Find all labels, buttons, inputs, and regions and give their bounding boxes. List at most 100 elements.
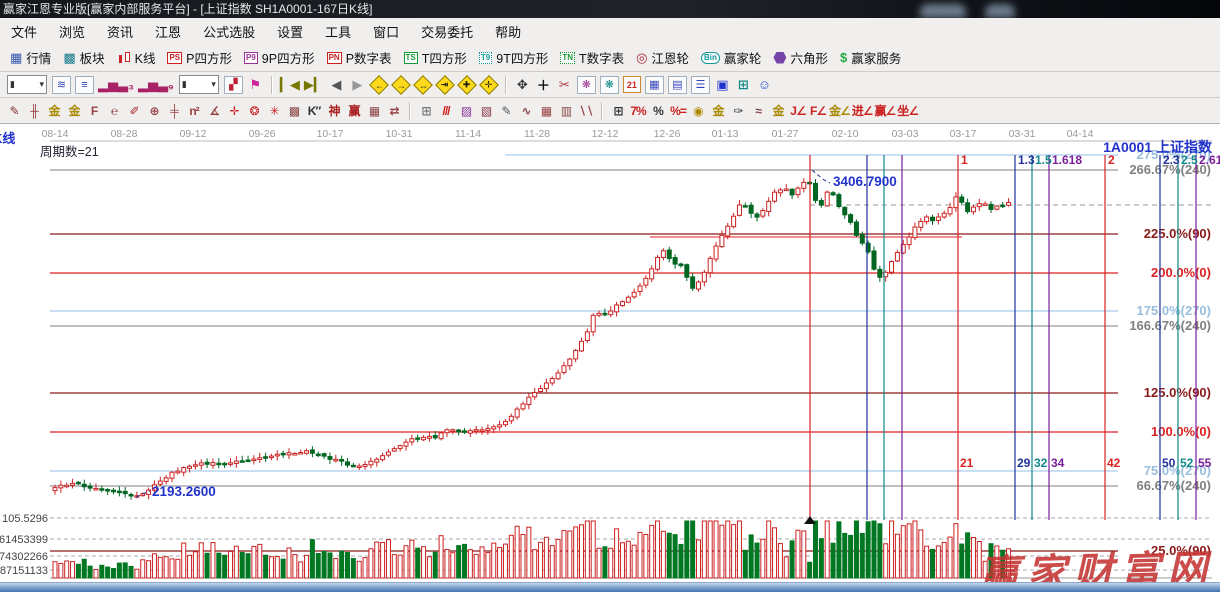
kline-chart-canvas[interactable]: 08-1408-2809-1209-2610-1710-3111-1411-28… xyxy=(0,124,1220,582)
winner-wheel-button[interactable]: Bin赢家轮 xyxy=(698,47,764,68)
trend-wave-icon[interactable]: ≋ xyxy=(52,76,71,94)
ying-tool-button[interactable]: 赢 xyxy=(345,102,363,119)
candle-style-selector[interactable]: ▮▾ xyxy=(179,75,219,94)
market-quotes-button[interactable]: ▦行情 xyxy=(7,47,54,68)
delete-line-button[interactable]: ✂ xyxy=(556,76,573,93)
price-grid-button[interactable]: ▦ xyxy=(365,102,383,119)
gann-wheel-button[interactable]: ◎江恩轮 xyxy=(633,47,692,68)
percent-button[interactable]: % xyxy=(649,102,667,119)
marker-pen-button[interactable]: ✐ xyxy=(125,102,143,119)
k-notation-button[interactable]: K″ xyxy=(305,102,323,119)
shen-tool-button[interactable]: 神 xyxy=(325,102,343,119)
web-box-button[interactable]: ▩ xyxy=(285,102,303,119)
menu-settings[interactable]: 设置 xyxy=(266,22,314,41)
gann-fan-circle-button[interactable]: ❂ xyxy=(245,102,263,119)
gold-circle-button[interactable]: ◉ xyxy=(689,102,707,119)
first-bar-button[interactable]: ▎◀ xyxy=(280,76,300,93)
wave-line-button[interactable]: ∿ xyxy=(517,102,535,119)
bars-9-icon[interactable]: ▂▅▃₉ xyxy=(138,76,174,93)
gann-tools-teal-button[interactable]: ❋ xyxy=(600,76,619,94)
draw-pen-button[interactable]: ✎ xyxy=(5,102,23,119)
menu-file[interactable]: 文件 xyxy=(0,22,48,41)
prev-bar-button[interactable]: ◀ xyxy=(328,76,345,93)
menu-formula-stock-pick[interactable]: 公式选股 xyxy=(192,22,266,41)
box-tool-button[interactable]: ⊞ xyxy=(417,102,435,119)
next-bar-button[interactable]: ▶ xyxy=(349,76,366,93)
capture-button[interactable]: ⊞ xyxy=(735,76,752,93)
p-number-table-button[interactable]: PNP数字表 xyxy=(324,47,395,68)
crosshair-target-button[interactable]: ✛ xyxy=(225,102,243,119)
jin-angle-button[interactable]: 进∠ xyxy=(852,102,873,119)
menu-news[interactable]: 资讯 xyxy=(96,22,144,41)
double-wave-button[interactable]: ≈ xyxy=(749,102,767,119)
shift-left-button[interactable]: ← xyxy=(369,75,389,95)
gold-bar-button[interactable]: 金 xyxy=(709,102,727,119)
spider-web-button[interactable]: ✳ xyxy=(265,102,283,119)
notes-button[interactable]: ☰ xyxy=(691,76,710,94)
gold-ratio-1-button[interactable]: 金 xyxy=(45,102,63,119)
calculator-button[interactable]: ▦ xyxy=(645,76,664,94)
ying-angle-button[interactable]: 赢∠ xyxy=(875,102,896,119)
gann-box-icon[interactable]: ▞ xyxy=(224,76,243,94)
calendar-button[interactable]: 21 xyxy=(623,76,641,93)
brush-button[interactable]: ✑ xyxy=(729,102,747,119)
quote-list-button[interactable]: ▤ xyxy=(668,76,687,94)
grid-red-button[interactable]: ▦ xyxy=(537,102,555,119)
cycle-tool-button[interactable]: ℮ xyxy=(105,102,123,119)
gold-ratio-2-button[interactable]: 金 xyxy=(65,102,83,119)
span-measure-button[interactable]: ⇄ xyxy=(385,102,403,119)
ratio-table-button[interactable]: ⊞ xyxy=(609,102,627,119)
color-flag-icon[interactable]: ⚑ xyxy=(247,76,264,93)
t-number-table-button[interactable]: TNT数字表 xyxy=(557,47,627,68)
expand-button[interactable]: ↔ xyxy=(413,75,433,95)
pattern-box-button[interactable]: ▧ xyxy=(477,102,495,119)
menu-help[interactable]: 帮助 xyxy=(484,22,532,41)
gann-grid-h-button[interactable]: ╫ xyxy=(25,102,43,119)
square-of-nine-button[interactable]: n² xyxy=(185,102,203,119)
fan-rays-button[interactable]: /// xyxy=(437,102,455,119)
bottom-scroll-strip[interactable] xyxy=(0,582,1220,592)
menu-browse[interactable]: 浏览 xyxy=(48,22,96,41)
menu-window[interactable]: 窗口 xyxy=(362,22,410,41)
j-angle-button[interactable]: J∠ xyxy=(789,102,807,119)
grid-dark-button[interactable]: ▥ xyxy=(557,102,575,119)
angle-tool-button[interactable]: ∡ xyxy=(205,102,223,119)
gold-tool-button[interactable]: 金 xyxy=(769,102,787,119)
p-square-button[interactable]: PSP四方形 xyxy=(164,47,235,68)
trendline-pen-button[interactable]: ✎ xyxy=(497,102,515,119)
f-angle-button[interactable]: F∠ xyxy=(809,102,827,119)
shaded-box-button[interactable]: ▨ xyxy=(457,102,475,119)
zoom-all-button[interactable]: ✛ xyxy=(479,75,499,95)
hexagon-button[interactable]: 六角形 xyxy=(770,47,831,68)
period-selector[interactable]: ▮▾ xyxy=(7,75,47,94)
gold-angle-button[interactable]: 金∠ xyxy=(829,102,850,119)
sectors-button[interactable]: ▩板块 xyxy=(60,47,107,68)
grid-dense-button[interactable]: ╪ xyxy=(165,102,183,119)
crosshair-button[interactable]: ＋ xyxy=(535,76,552,93)
zoom-in-button[interactable]: ✚ xyxy=(457,75,477,95)
menu-trade-entrust[interactable]: 交易委托 xyxy=(410,22,484,41)
menu-tools[interactable]: 工具 xyxy=(314,22,362,41)
fibonacci-f-button[interactable]: F xyxy=(85,102,103,119)
percent-7-button[interactable]: 7% xyxy=(629,102,647,119)
save-button[interactable]: ▣ xyxy=(714,76,731,93)
pan-hand-button[interactable]: ✥ xyxy=(514,76,531,93)
left-tab-kline[interactable]: K线 xyxy=(0,128,15,147)
kline-button[interactable]: K线 xyxy=(114,47,159,68)
winner-service-button[interactable]: $赢家服务 xyxy=(837,47,904,68)
9t-square-button[interactable]: T99T四方形 xyxy=(476,47,551,68)
9p-square-button[interactable]: P99P四方形 xyxy=(241,47,318,68)
last-bar-button[interactable]: ▶▎ xyxy=(304,76,324,93)
info-note-icon[interactable]: ≡ xyxy=(75,76,94,94)
t-square-button[interactable]: TST四方形 xyxy=(401,47,470,68)
zuo-angle-button[interactable]: 坐∠ xyxy=(897,102,918,119)
menu-gann[interactable]: 江恩 xyxy=(144,22,192,41)
hatch-lines-button[interactable]: ∖∖ xyxy=(577,102,595,119)
compress-button[interactable]: ⇥ xyxy=(435,75,455,95)
user-online-button[interactable]: ☺ xyxy=(756,76,773,93)
circle-cross-button[interactable]: ⊕ xyxy=(145,102,163,119)
shift-right-button[interactable]: → xyxy=(391,75,411,95)
percent-line-button[interactable]: %= xyxy=(669,102,687,119)
gann-tools-purple-button[interactable]: ❋ xyxy=(577,76,596,94)
bars-3-icon[interactable]: ▂▅▃₃ xyxy=(98,76,134,93)
